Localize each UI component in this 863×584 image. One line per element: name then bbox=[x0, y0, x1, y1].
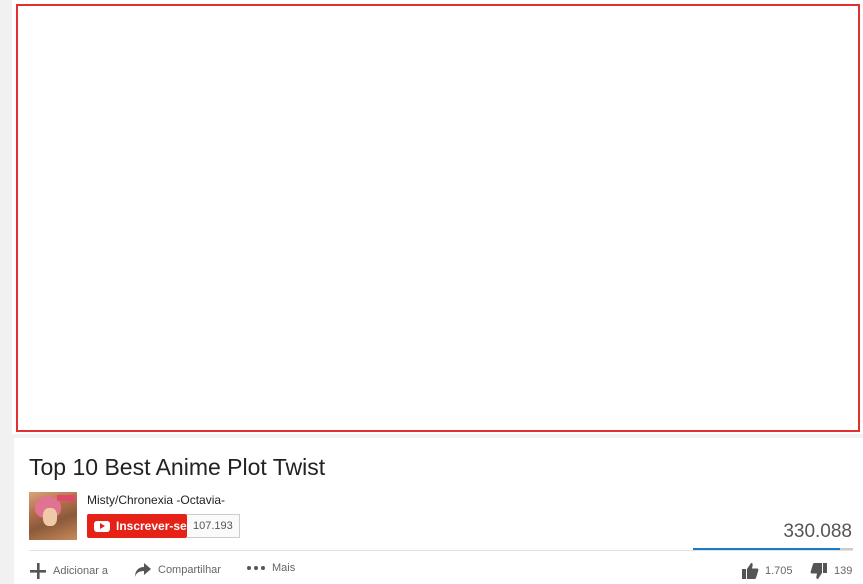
more-button[interactable]: Mais bbox=[246, 562, 295, 574]
more-label: Mais bbox=[272, 562, 296, 574]
like-button[interactable]: 1.705 bbox=[741, 562, 793, 580]
thumbs-up-icon bbox=[742, 563, 759, 579]
more-dots-icon bbox=[247, 566, 265, 570]
subscriber-count: 107.193 bbox=[187, 514, 240, 538]
video-player-area bbox=[12, 0, 863, 434]
avatar-face bbox=[43, 508, 57, 526]
add-to-button[interactable]: Adicionar a bbox=[29, 562, 108, 580]
like-count: 1.705 bbox=[765, 565, 793, 577]
share-label: Compartilhar bbox=[158, 564, 221, 576]
dislike-count: 139 bbox=[834, 565, 853, 577]
thumbs-down-icon bbox=[810, 563, 827, 579]
like-dislike-bar bbox=[693, 548, 853, 550]
youtube-logo-icon bbox=[94, 520, 110, 532]
plus-icon bbox=[30, 563, 46, 579]
video-player[interactable] bbox=[16, 4, 860, 432]
channel-name[interactable]: Misty/Chronexia -Octavia- bbox=[87, 493, 225, 507]
avatar-logo bbox=[57, 495, 75, 501]
divider bbox=[29, 550, 853, 551]
subscribe-button[interactable]: Inscrever-se bbox=[87, 514, 187, 538]
subscribe-label: Inscrever-se bbox=[116, 519, 187, 533]
share-arrow-icon bbox=[135, 563, 151, 577]
channel-avatar[interactable] bbox=[29, 492, 77, 540]
view-count: 330.088 bbox=[783, 521, 852, 542]
share-button[interactable]: Compartilhar bbox=[134, 562, 221, 578]
video-title: Top 10 Best Anime Plot Twist bbox=[29, 454, 326, 480]
video-info-panel: Top 10 Best Anime Plot Twist Misty/Chron… bbox=[14, 438, 863, 584]
dislike-button[interactable]: 139 bbox=[810, 562, 852, 580]
add-to-label: Adicionar a bbox=[53, 565, 109, 577]
like-ratio-fill bbox=[693, 548, 841, 550]
